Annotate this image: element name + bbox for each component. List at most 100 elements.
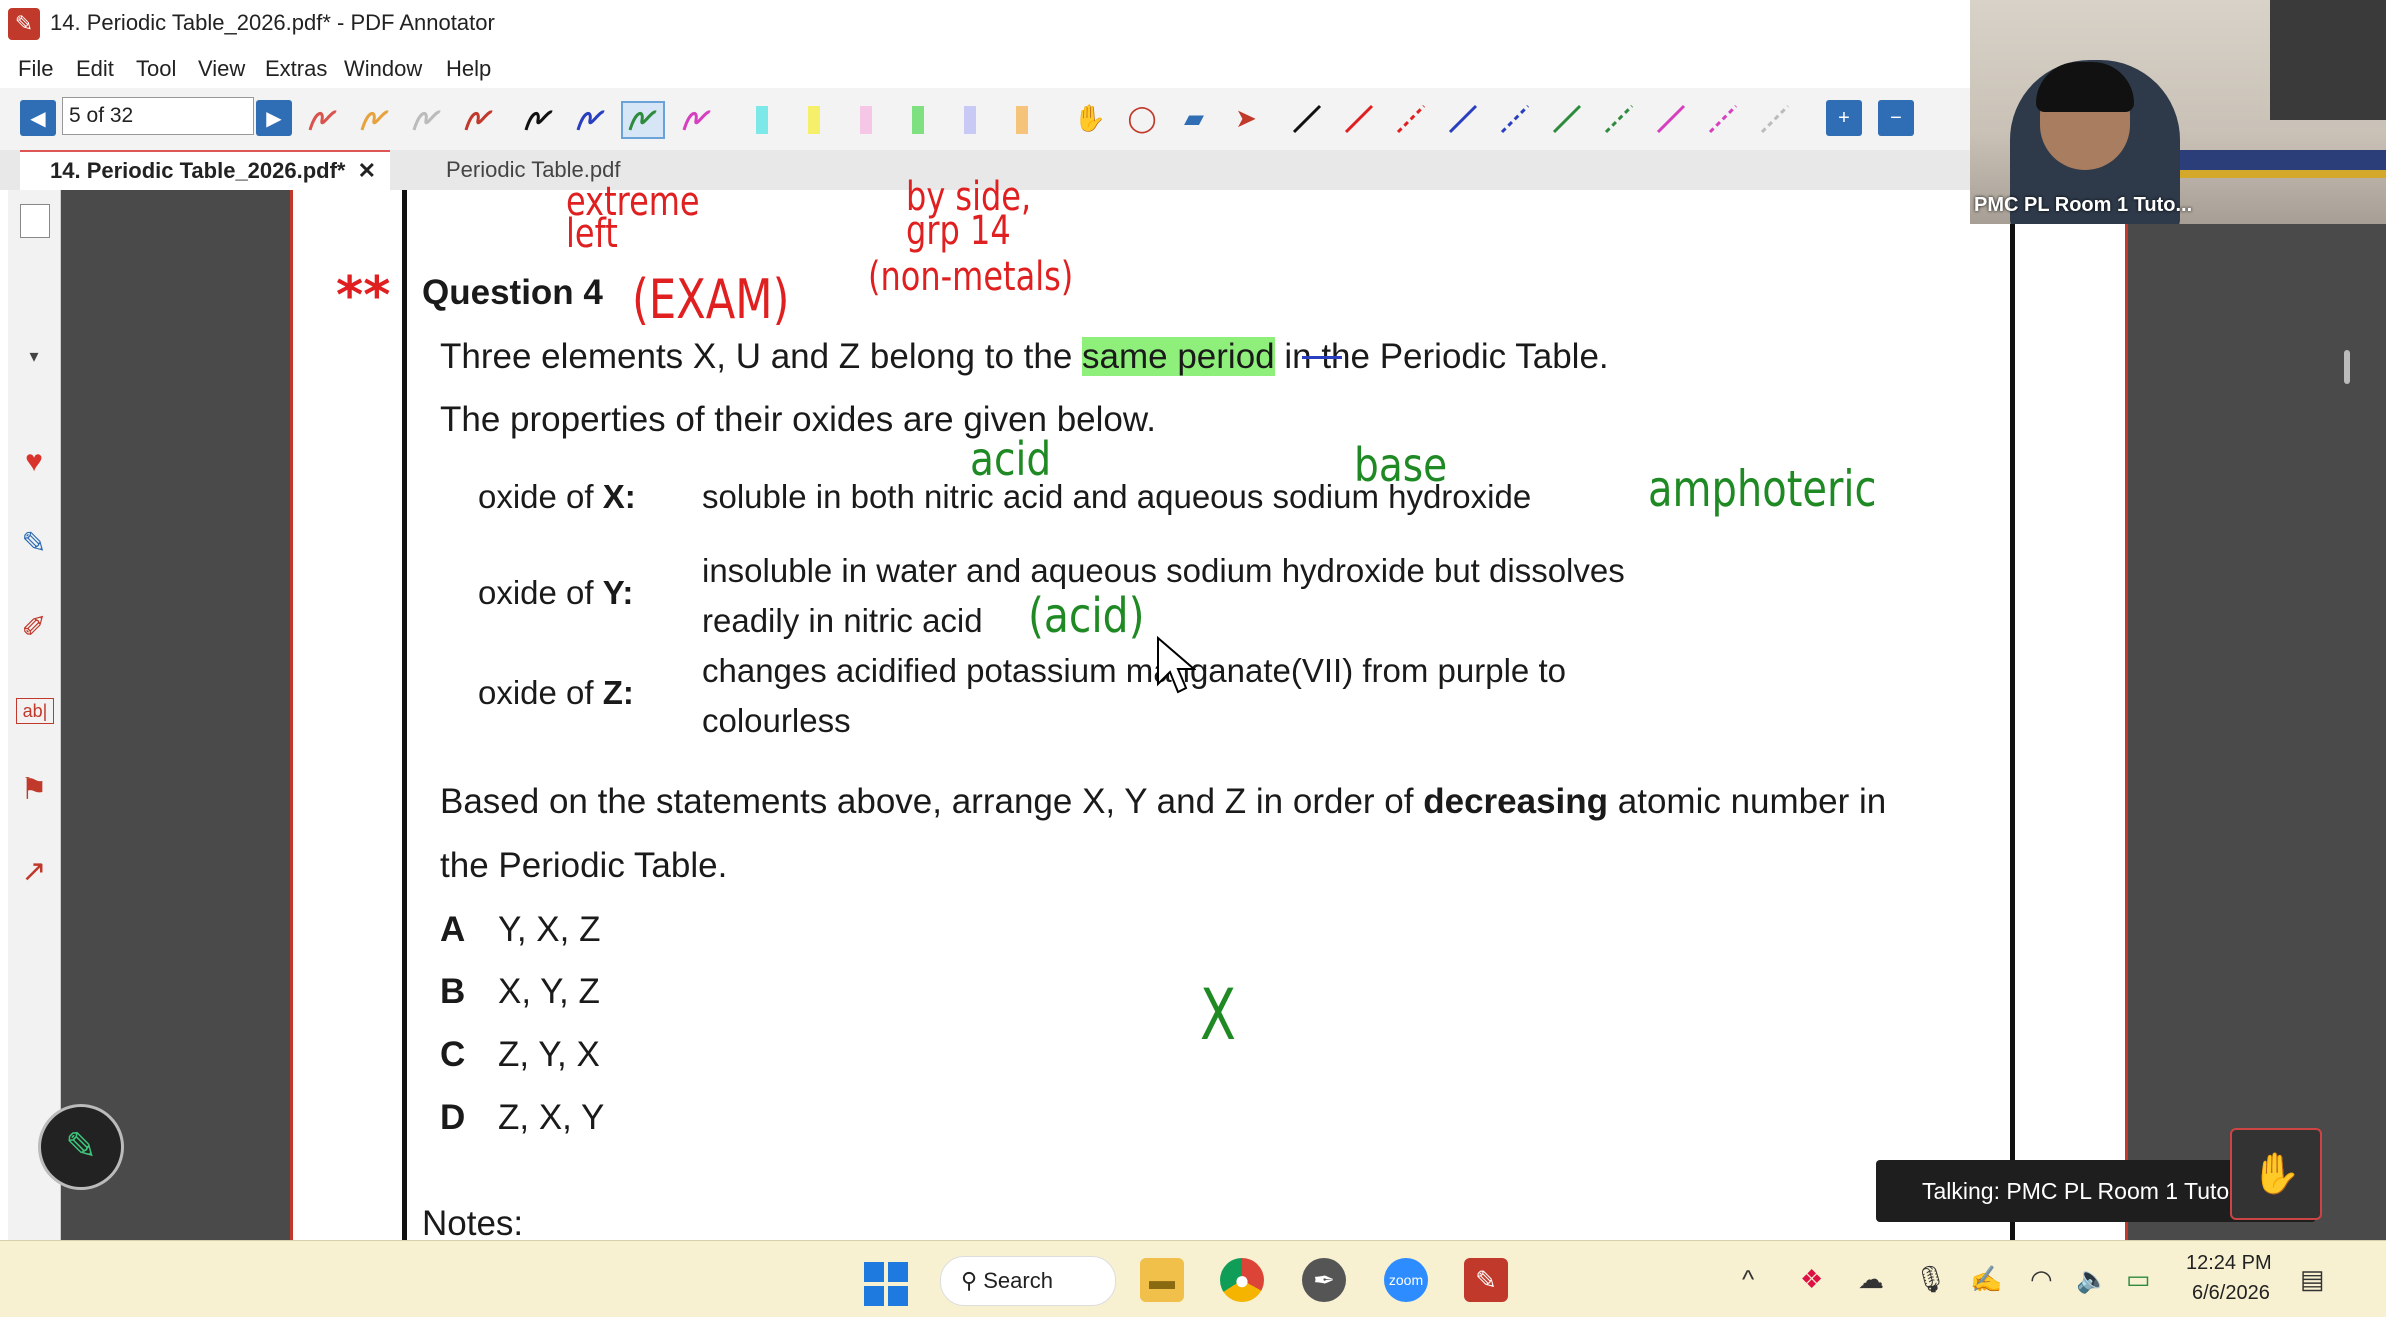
prompt-text-a: Based on the statements above, arrange X…: [440, 782, 1424, 821]
video-participant-panel[interactable]: PMC PL Room 1 Tuto...: [1970, 0, 2386, 224]
oxide-letter: X: [602, 478, 625, 515]
oxide-colon: :: [622, 574, 634, 611]
taskbar-search-button[interactable]: ⚲ Search: [940, 1256, 1116, 1306]
next-page-button[interactable]: ▶: [256, 100, 292, 136]
pen-black-icon: [524, 110, 553, 131]
prompt-text-b: atomic number in: [1608, 782, 1887, 821]
option-c: C Z, Y, X: [440, 1035, 600, 1075]
oxide-y-description-line1: insoluble in water and aqueous sodium hy…: [702, 552, 1625, 589]
notes-label: Notes:: [422, 1204, 524, 1243]
raise-hand-wave-icon[interactable]: ✋: [2230, 1128, 2322, 1220]
tray-overflow-chevron-icon[interactable]: ^: [1742, 1264, 1754, 1295]
menu-file[interactable]: File: [18, 56, 53, 82]
ink-acid-top: acid: [970, 432, 1052, 486]
stamp-tool-icon[interactable]: ⚑: [16, 772, 52, 808]
oxide-y-description-line2: readily in nitric acid: [702, 602, 983, 639]
previous-page-button[interactable]: ◀: [20, 100, 56, 136]
tab-label: 14. Periodic Table_2026.pdf*: [50, 158, 346, 183]
highlighter-tool-icon[interactable]: ✐: [16, 610, 52, 646]
arrow-tool-icon[interactable]: ↗: [16, 854, 52, 890]
highlighter-pink-icon: [860, 106, 872, 134]
menu-extras[interactable]: Extras: [265, 56, 327, 82]
ink-extreme-left: extreme left: [566, 182, 700, 254]
search-label: Search: [983, 1268, 1053, 1293]
pen-tray-icon[interactable]: ✍: [1970, 1264, 2002, 1295]
oxide-colon: :: [622, 674, 634, 711]
ink-acid-paren: (acid): [1028, 588, 1145, 644]
prompt-decreasing: decreasing: [1423, 782, 1609, 821]
line-grey-dashed-icon: [1760, 104, 1790, 134]
windows-taskbar: [0, 1240, 2386, 1317]
zoom-in-button[interactable]: +: [1826, 100, 1862, 136]
menu-edit[interactable]: Edit: [76, 56, 114, 82]
ink-amphoteric: amphoteric: [1648, 460, 1877, 518]
volume-icon[interactable]: 🔈: [2076, 1264, 2108, 1295]
notification-icon[interactable]: ▤: [2300, 1264, 2325, 1295]
oxide-label-pre: oxide of: [478, 674, 603, 711]
file-explorer-icon[interactable]: ▬: [1140, 1258, 1184, 1302]
chrome-icon[interactable]: ●: [1220, 1258, 1264, 1302]
dropbox-icon[interactable]: ❖: [1800, 1264, 1823, 1295]
oxide-colon: :: [624, 478, 636, 515]
menu-window[interactable]: Window: [344, 56, 422, 82]
blank-page-icon[interactable]: [20, 204, 50, 238]
pen-grey-icon: [412, 110, 441, 131]
oxide-label-pre: oxide of: [478, 478, 603, 515]
line-red-dashed-icon: [1396, 104, 1426, 134]
question-intro-line1: Three elements X, U and Z belong to the …: [440, 337, 1609, 377]
taskbar-clock-date[interactable]: 6/6/2026: [2192, 1282, 2270, 1305]
eraser-tool-icon[interactable]: ▰: [1174, 98, 1214, 138]
microphone-icon[interactable]: 🎙: [1914, 1264, 1947, 1295]
oxide-letter: Y: [602, 574, 623, 611]
lasso-tool-icon[interactable]: ◯: [1122, 98, 1162, 138]
scrollbar-thumb[interactable]: [2344, 350, 2350, 384]
battery-icon[interactable]: ▭: [2126, 1264, 2151, 1295]
pen-presets: [308, 101, 711, 139]
page-margin-line: [402, 190, 407, 1240]
option-a: A Y, X, Z: [440, 910, 600, 950]
vertical-scrollbar[interactable]: [2330, 190, 2386, 1240]
option-text: Y, X, Z: [498, 910, 601, 949]
ink-stars: **: [336, 266, 391, 326]
highlighted-same-period: same period: [1082, 337, 1275, 376]
zoom-out-button[interactable]: −: [1878, 100, 1914, 136]
window-title: 14. Periodic Table_2026.pdf* - PDF Annot…: [50, 10, 495, 35]
tab-periodic-table-2026[interactable]: 14. Periodic Table_2026.pdf* ✕: [20, 150, 390, 190]
oxide-letter: Z: [602, 674, 623, 711]
favorites-heart-icon[interactable]: ♥: [16, 444, 52, 480]
highlighter-green-icon: [912, 106, 924, 134]
zoom-icon[interactable]: zoom: [1384, 1258, 1428, 1302]
windows-start-icon[interactable]: [864, 1262, 908, 1306]
close-tab-icon[interactable]: ✕: [358, 152, 376, 190]
menu-help[interactable]: Help: [446, 56, 491, 82]
taskbar-clock-time[interactable]: 12:24 PM: [2186, 1252, 2272, 1275]
page-number-input[interactable]: 5 of 32: [62, 97, 254, 135]
select-arrow-icon[interactable]: ➤: [1226, 98, 1266, 138]
text-tool-icon[interactable]: ab|: [16, 698, 54, 724]
intro-text-a: Three elements X, U and Z belong to the: [440, 337, 1083, 376]
question-prompt-line1: Based on the statements above, arrange X…: [440, 782, 1886, 822]
hand-tool-icon[interactable]: ✋: [1070, 98, 1110, 138]
highlighter-yellow-icon: [808, 106, 820, 134]
menu-view[interactable]: View: [198, 56, 245, 82]
wifi-icon[interactable]: ◠: [2030, 1264, 2053, 1295]
menu-tool[interactable]: Tool: [136, 56, 176, 82]
pdf-annotator-taskbar-icon[interactable]: ✎: [1464, 1258, 1508, 1302]
ink-exam: (EXAM): [632, 268, 790, 331]
app-feather-icon[interactable]: ✒: [1302, 1258, 1346, 1302]
video-whiteboard: [2270, 0, 2386, 120]
pen-tool-icon[interactable]: ✎: [16, 526, 52, 562]
line-red-icon: [1344, 104, 1374, 134]
page-margin-line-right: [2010, 190, 2015, 1240]
option-text: Z, Y, X: [498, 1035, 600, 1074]
question-title: Question 4: [422, 273, 603, 312]
onedrive-offline-icon[interactable]: ☁: [1858, 1264, 1884, 1295]
option-d: D Z, X, Y: [440, 1098, 604, 1138]
edit-pencil-button[interactable]: ✎: [38, 1104, 124, 1190]
video-stripe: [2170, 150, 2386, 170]
line-presets: [1292, 104, 1790, 134]
chevron-down-icon[interactable]: ▾: [16, 338, 52, 374]
pen-blue-icon: [576, 110, 605, 131]
ink-base-top: base: [1354, 438, 1448, 492]
highlighter-cyan-icon: [756, 106, 768, 134]
